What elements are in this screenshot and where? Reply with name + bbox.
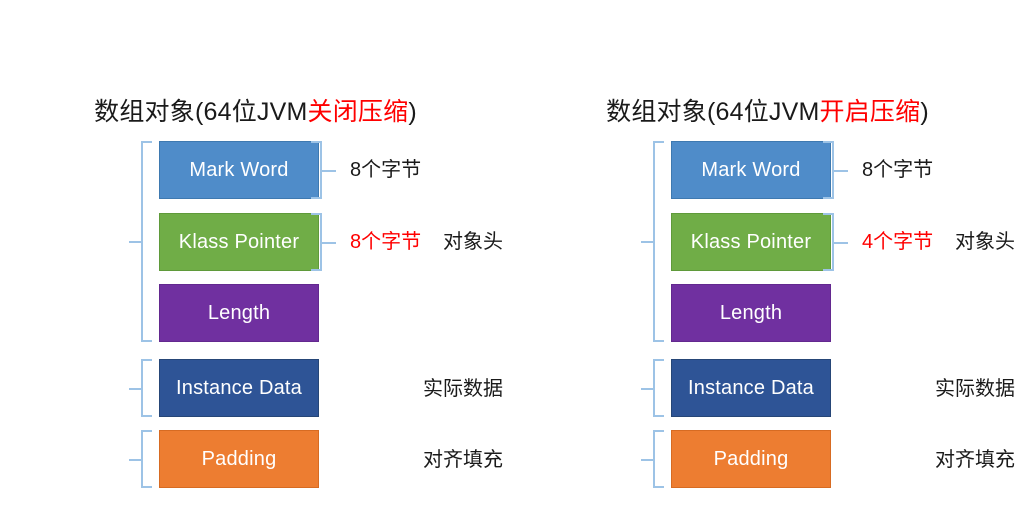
title-suffix: ) xyxy=(920,98,929,126)
padding-brace-stub xyxy=(641,459,654,461)
padding-brace-stub xyxy=(129,459,142,461)
box-padding: Padding xyxy=(671,430,831,488)
title-highlight: 关闭压缩 xyxy=(307,98,409,126)
size-note-klass-pointer: 4个字节 xyxy=(862,231,934,253)
object-header-brace xyxy=(141,141,152,342)
group-label-padding: 对齐填充 xyxy=(935,449,1015,471)
title-prefix: 数组对象(64位JVM xyxy=(606,98,820,126)
size-note-mark-word: 8个字节 xyxy=(862,159,934,181)
group-label-padding: 对齐填充 xyxy=(423,449,503,471)
box-padding: Padding xyxy=(159,430,319,488)
box-length: Length xyxy=(159,284,319,342)
instance-data-brace-stub xyxy=(129,388,142,390)
panel-uncompressed: 数组对象(64位JVM关闭压缩) 对象头 实际数据 对齐填充 Mark Word… xyxy=(0,0,511,522)
panel-title-compressed: 数组对象(64位JVM开启压缩) xyxy=(512,96,1023,128)
size-note-klass-pointer: 8个字节 xyxy=(350,231,422,253)
padding-brace xyxy=(653,430,664,488)
mark-word-size-connector xyxy=(321,170,336,172)
object-header-brace-stub xyxy=(641,241,654,243)
title-suffix: ) xyxy=(408,98,417,126)
box-instance-data: Instance Data xyxy=(671,359,831,417)
panel-compressed: 数组对象(64位JVM开启压缩) 对象头 实际数据 对齐填充 Mark Word… xyxy=(512,0,1023,522)
object-header-brace-stub xyxy=(129,241,142,243)
padding-brace xyxy=(141,430,152,488)
size-note-mark-word: 8个字节 xyxy=(350,159,422,181)
box-klass-pointer: Klass Pointer xyxy=(159,213,319,271)
box-klass-pointer: Klass Pointer xyxy=(671,213,831,271)
box-length: Length xyxy=(671,284,831,342)
group-label-instance-data: 实际数据 xyxy=(423,378,503,400)
title-highlight: 开启压缩 xyxy=(819,98,921,126)
mark-word-size-connector xyxy=(833,170,848,172)
object-header-brace xyxy=(653,141,664,342)
group-label-instance-data: 实际数据 xyxy=(935,378,1015,400)
instance-data-brace-stub xyxy=(641,388,654,390)
title-prefix: 数组对象(64位JVM xyxy=(94,98,308,126)
box-mark-word: Mark Word xyxy=(159,141,319,199)
panel-title-uncompressed: 数组对象(64位JVM关闭压缩) xyxy=(0,96,511,128)
instance-data-brace xyxy=(653,359,664,417)
box-instance-data: Instance Data xyxy=(159,359,319,417)
klass-pointer-size-connector xyxy=(321,242,336,244)
box-mark-word: Mark Word xyxy=(671,141,831,199)
instance-data-brace xyxy=(141,359,152,417)
klass-pointer-size-connector xyxy=(833,242,848,244)
